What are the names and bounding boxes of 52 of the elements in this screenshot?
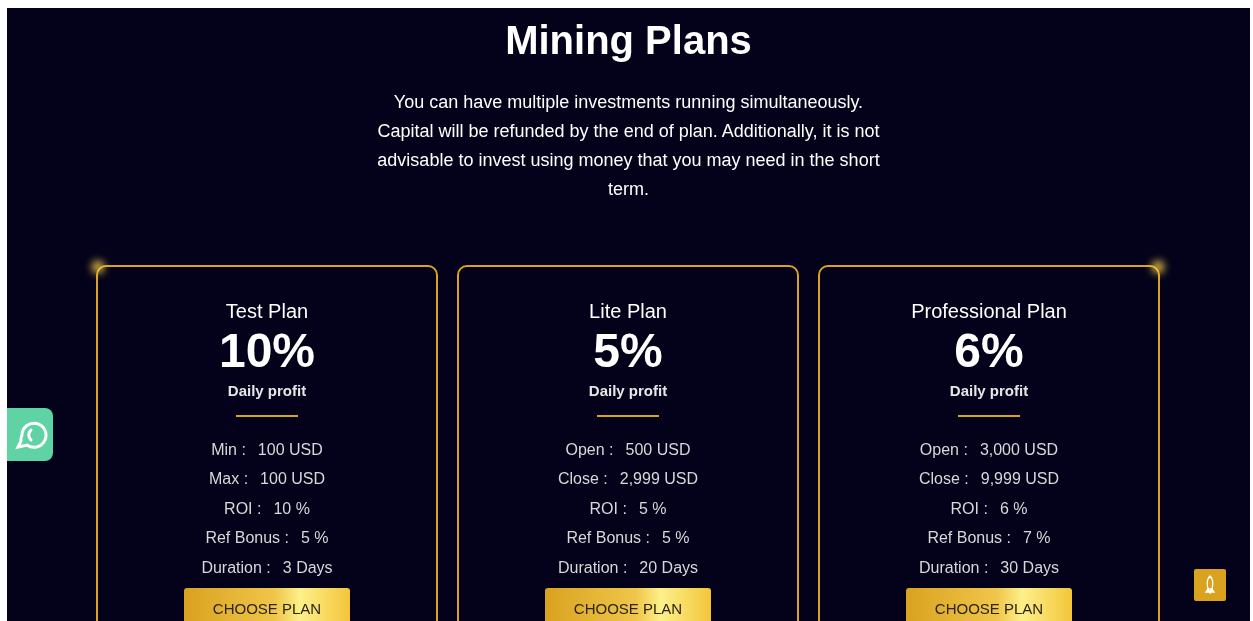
detail-value: 5 %: [662, 528, 690, 549]
detail-label: Close :: [557, 469, 608, 490]
choose-plan-button[interactable]: CHOOSE PLAN: [184, 587, 350, 621]
detail-label: ROI :: [224, 498, 262, 519]
rate-caption: Daily profit: [227, 381, 307, 401]
rocket-icon: [1205, 575, 1215, 595]
detail-label: Ref Bonus :: [205, 528, 289, 549]
detail-label: Ref Bonus :: [566, 528, 650, 549]
detail-value: 500 USD: [625, 439, 691, 460]
detail-label: Duration :: [201, 557, 271, 578]
detail-value: 7 %: [1023, 528, 1051, 549]
detail-label: Max :: [208, 469, 249, 490]
plan-name: Test Plan: [225, 299, 309, 323]
title-underline: [958, 415, 1020, 417]
detail-label: Ref Bonus :: [927, 528, 1011, 549]
detail-label: ROI :: [950, 498, 988, 519]
detail-label: Open :: [919, 439, 968, 460]
scroll-top-button[interactable]: [1194, 569, 1226, 601]
detail-value: 6 %: [999, 498, 1028, 519]
rate-caption: Daily profit: [588, 381, 668, 401]
section-heading: Mining Plans: [505, 17, 752, 64]
corner-glow: [92, 261, 104, 273]
detail-label: Duration :: [918, 557, 989, 578]
plan-name: Lite Plan: [589, 299, 667, 323]
detail-value: 20 Days: [639, 557, 699, 578]
rate-caption: Daily profit: [949, 381, 1029, 401]
detail-value: 30 Days: [1000, 557, 1060, 578]
chat-button[interactable]: [7, 408, 53, 461]
detail-value: 100 USD: [260, 469, 325, 490]
plan-name: Professional Plan: [911, 299, 1067, 323]
intro-paragraph: You can have multiple investments running simultaneously. Capital will be refunded by the end of plan. Additionally, it is not advisable to invest using money that you may need in the short term.: [376, 91, 881, 201]
detail-label: ROI :: [589, 498, 627, 519]
detail-value: 9,999 USD: [980, 469, 1059, 490]
detail-label: Open :: [565, 439, 614, 460]
detail-label: Duration :: [557, 557, 628, 578]
detail-label: Close :: [918, 469, 969, 490]
detail-value: 3,000 USD: [979, 439, 1059, 460]
detail-value: 5 %: [638, 498, 667, 519]
detail-value: 100 USD: [257, 439, 323, 460]
plan-rate: 6%: [954, 325, 1024, 377]
detail-value: 3 Days: [282, 557, 333, 578]
detail-label: Min :: [211, 439, 246, 460]
detail-value: 2,999 USD: [619, 469, 698, 490]
plan-rate: 5%: [593, 325, 663, 377]
choose-plan-button[interactable]: CHOOSE PLAN: [906, 587, 1072, 621]
choose-plan-button[interactable]: CHOOSE PLAN: [545, 587, 711, 621]
corner-glow: [1152, 261, 1164, 273]
detail-value: 10 %: [273, 498, 310, 519]
title-underline: [597, 415, 659, 417]
detail-value: 5 %: [301, 528, 329, 549]
title-underline: [236, 415, 298, 417]
plan-rate: 10%: [218, 325, 316, 377]
